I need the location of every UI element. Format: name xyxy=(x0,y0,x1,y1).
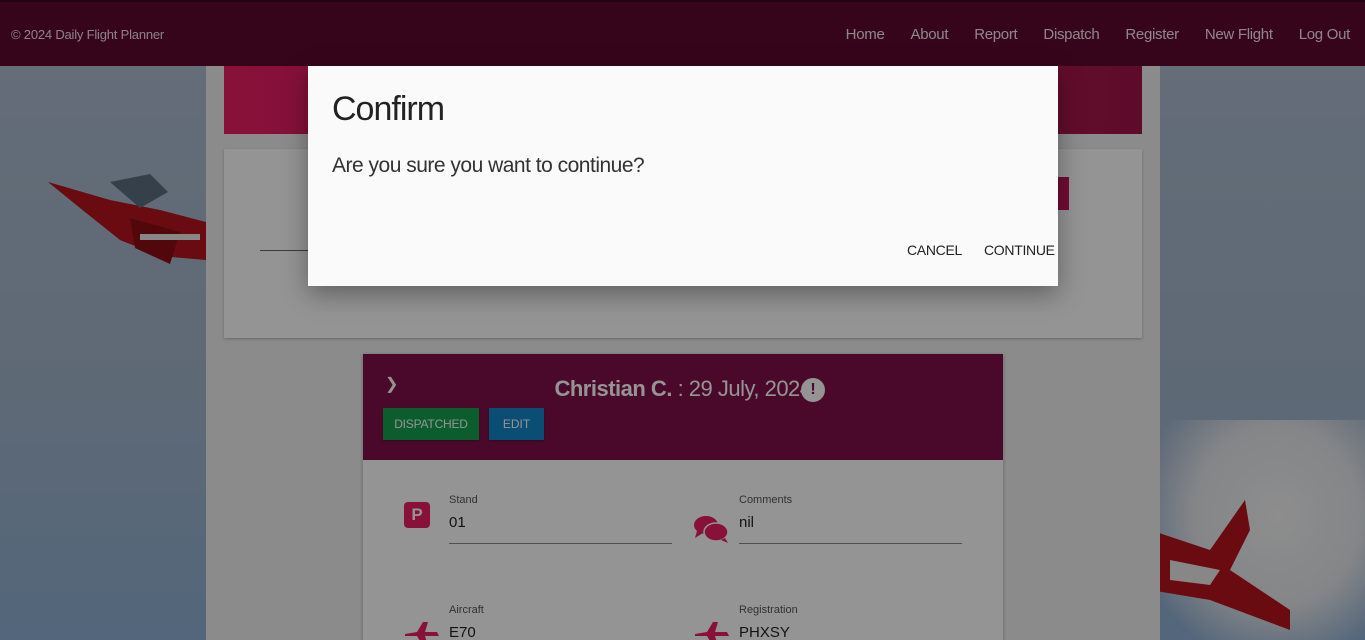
dialog-title: Confirm xyxy=(332,90,445,128)
cancel-button[interactable]: CANCEL xyxy=(907,242,962,258)
continue-button[interactable]: CONTINUE xyxy=(984,242,1055,258)
confirm-dialog: Confirm Are you sure you want to continu… xyxy=(308,66,1058,286)
dialog-message: Are you sure you want to continue? xyxy=(332,154,645,177)
